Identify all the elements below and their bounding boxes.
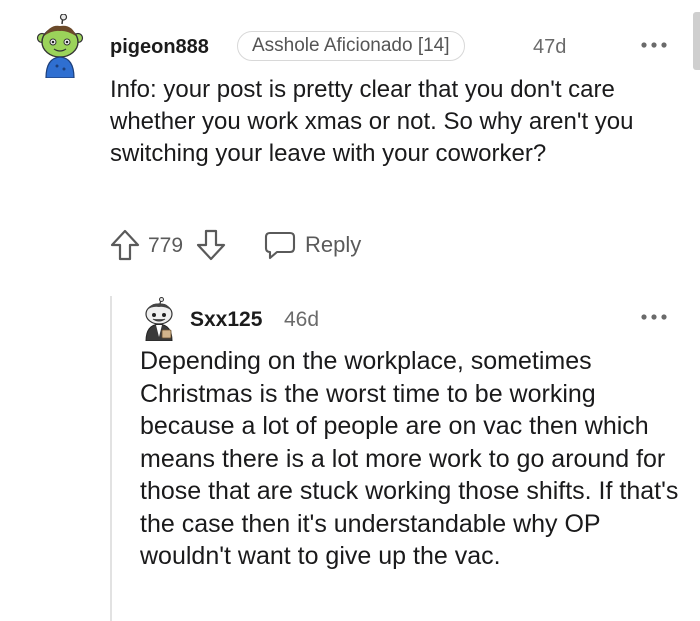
downvote-button[interactable] [195, 228, 227, 262]
reply-author-avatar[interactable] [140, 297, 178, 342]
comment-body: Info: your post is pretty clear that you… [110, 76, 634, 167]
reply-author-username[interactable]: Sxx125 [190, 307, 262, 333]
more-options-icon [641, 42, 667, 48]
reply-label: Reply [305, 232, 362, 257]
reply-age: 46d [284, 308, 320, 331]
vote-count: 779 [148, 234, 184, 257]
downvote-arrow-icon [196, 229, 226, 261]
scrollbar-thumb[interactable] [693, 12, 700, 70]
snoo-avatar-green-icon [36, 13, 84, 79]
snoo-avatar-suit-icon [145, 297, 173, 342]
reply-body: Depending on the workplace, sometimes Ch… [140, 347, 679, 570]
reply-more-options-button[interactable] [640, 310, 668, 324]
speech-bubble-icon [264, 231, 296, 260]
more-options-icon [641, 314, 667, 320]
more-options-button[interactable] [640, 38, 668, 52]
reply-button[interactable]: Reply [264, 226, 361, 264]
thread-line[interactable] [110, 296, 112, 621]
author-avatar[interactable] [36, 13, 84, 79]
user-flair: Asshole Aficionado [14] [237, 31, 465, 61]
upvote-arrow-icon [110, 229, 140, 261]
comment-age: 47d [533, 36, 567, 58]
author-username[interactable]: pigeon888 [110, 34, 209, 60]
upvote-button[interactable] [109, 228, 141, 262]
